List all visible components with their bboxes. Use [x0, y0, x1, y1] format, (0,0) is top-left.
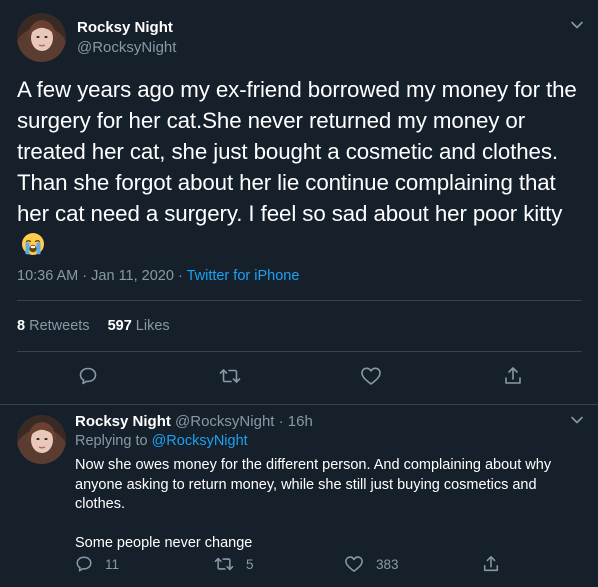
- display-name[interactable]: Rocksy Night: [75, 413, 171, 430]
- meta-separator: ·: [78, 268, 92, 284]
- main-tweet: Rocksy Night @RocksyNight A few years ag…: [0, 0, 598, 405]
- replying-label: Replying to: [75, 433, 148, 449]
- reply-count: 11: [105, 556, 120, 572]
- likes-label: Likes: [135, 318, 170, 334]
- reply-tweet[interactable]: Rocksy Night @RocksyNight · 16h Replying…: [0, 405, 598, 587]
- share-icon[interactable]: [501, 364, 525, 388]
- avatar[interactable]: [17, 415, 66, 464]
- share-icon: [483, 556, 499, 572]
- likes-count: 597: [107, 318, 132, 334]
- tweet-age[interactable]: 16h: [288, 413, 313, 430]
- retweet-icon[interactable]: [218, 364, 242, 388]
- meta-separator: ·: [274, 413, 288, 430]
- handle[interactable]: @RocksyNight: [77, 39, 176, 56]
- reply-paragraph: Some people never change: [75, 534, 253, 551]
- like-icon: [345, 556, 363, 572]
- reply-header: Rocksy Night @RocksyNight · 16h: [75, 413, 313, 430]
- engagement-stats: 8 Retweets 597 Likes: [17, 318, 170, 334]
- share-button[interactable]: [482, 555, 512, 573]
- chevron-down-icon[interactable]: [570, 20, 584, 30]
- reply-icon[interactable]: [76, 364, 100, 388]
- reply-button[interactable]: 11: [75, 555, 119, 573]
- avatar[interactable]: [17, 13, 66, 62]
- like-button[interactable]: 383: [344, 555, 399, 573]
- tweet-timestamp: 10:36 AM · Jan 11, 2020 · Twitter for iP…: [17, 268, 299, 284]
- replying-to: Replying to @RocksyNight: [75, 433, 248, 449]
- retweets-count: 8: [17, 318, 26, 334]
- display-name[interactable]: Rocksy Night: [77, 19, 173, 36]
- retweets-stat[interactable]: 8 Retweets: [17, 318, 90, 334]
- likes-stat[interactable]: 597 Likes: [108, 318, 170, 334]
- tweet-text: A few years ago my ex-friend borrowed my…: [17, 74, 589, 260]
- reply-icon: [76, 556, 92, 572]
- loudly-crying-face-icon: [21, 232, 45, 256]
- divider: [17, 300, 582, 301]
- tweet-date[interactable]: Jan 11, 2020: [91, 268, 174, 284]
- like-count: 383: [376, 556, 399, 572]
- handle[interactable]: @RocksyNight: [175, 413, 274, 430]
- retweet-button[interactable]: 5: [214, 555, 254, 573]
- meta-separator: ·: [173, 268, 187, 284]
- tweet-source-link[interactable]: Twitter for iPhone: [187, 268, 300, 284]
- retweets-label: Retweets: [29, 318, 90, 334]
- tweet-time[interactable]: 10:36 AM: [17, 268, 78, 284]
- tweet-text-body: A few years ago my ex-friend borrowed my…: [17, 77, 577, 226]
- reply-paragraph: Now she owes money for the different per…: [75, 457, 552, 512]
- chevron-down-icon[interactable]: [570, 415, 584, 425]
- retweet-count: 5: [246, 556, 254, 572]
- reply-text: Now she owes money for the different per…: [75, 456, 580, 553]
- retweet-icon: [214, 557, 234, 571]
- divider: [17, 351, 582, 352]
- like-icon[interactable]: [359, 364, 383, 388]
- mention-link[interactable]: @RocksyNight: [152, 433, 248, 449]
